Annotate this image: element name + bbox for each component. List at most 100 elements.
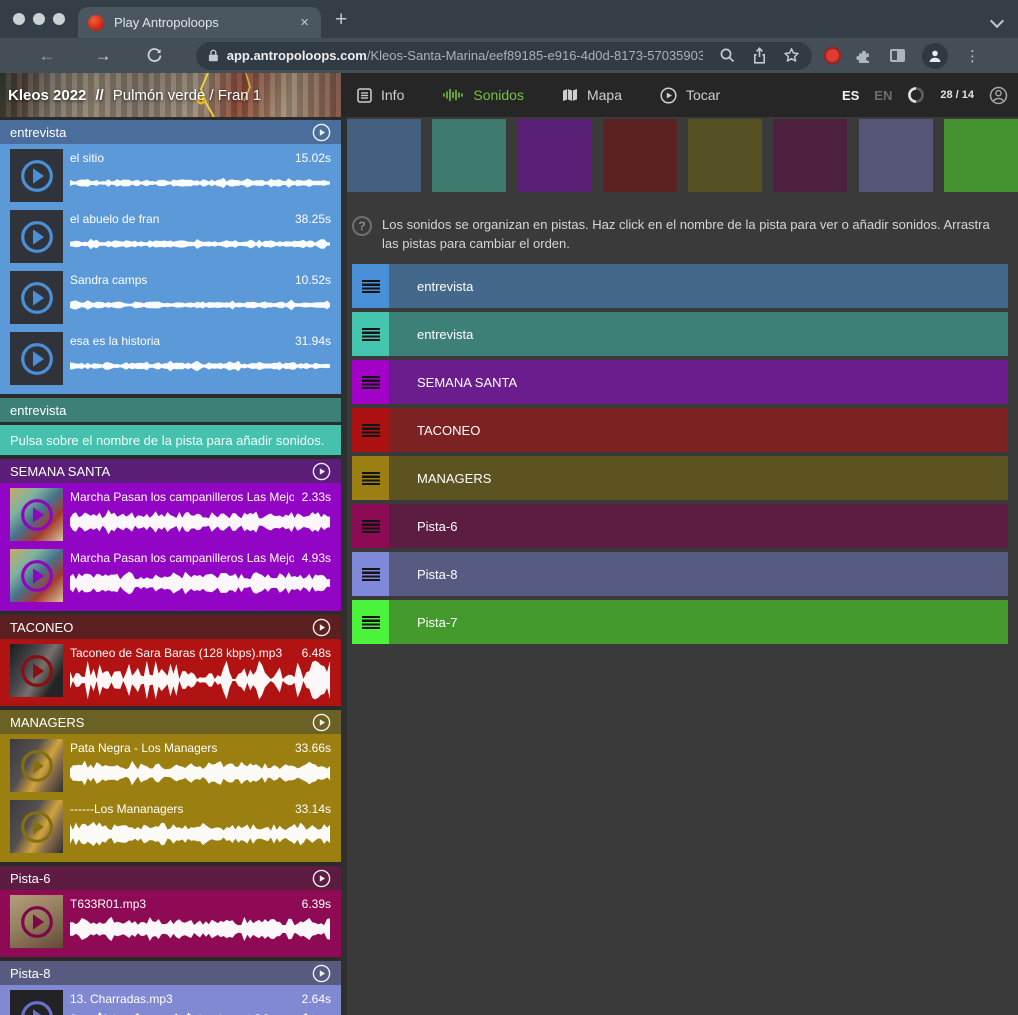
extensions-puzzle-icon[interactable] — [856, 47, 873, 64]
bookmark-star-icon[interactable] — [783, 47, 800, 64]
play-track-icon[interactable] — [312, 964, 331, 983]
drag-handle[interactable] — [352, 552, 389, 596]
sound-clip[interactable]: T633R01.mp3 6.39s — [0, 893, 341, 950]
window-minimize-button[interactable] — [33, 13, 45, 25]
sound-clip[interactable]: el abuelo de fran 38.25s — [0, 208, 341, 265]
drag-handle[interactable] — [352, 408, 389, 452]
track-row[interactable]: entrevista — [352, 264, 1008, 308]
play-track-icon[interactable] — [312, 123, 331, 142]
profile-avatar[interactable] — [922, 43, 948, 69]
play-track-icon[interactable] — [312, 713, 331, 732]
sound-clip[interactable]: 13. Charradas.mp3 2.64s — [0, 988, 341, 1015]
sound-clip[interactable]: Marcha Pasan los campanilleros Las Mejor… — [0, 486, 341, 543]
window-zoom-button[interactable] — [53, 13, 65, 25]
sidebar-track-title: MANAGERS — [10, 715, 84, 730]
tab-sonidos[interactable]: Sonidos — [442, 87, 524, 103]
track-row[interactable]: SEMANA SANTA — [352, 360, 1008, 404]
track-color-square[interactable] — [859, 119, 933, 192]
play-clip-icon[interactable] — [18, 747, 56, 785]
play-clip-icon[interactable] — [18, 218, 56, 256]
new-tab-button[interactable]: + — [335, 8, 347, 32]
clip-duration: 4.93s — [302, 551, 331, 565]
track-row[interactable]: Pista-7 — [352, 600, 1008, 644]
sound-clip[interactable]: Sandra camps 10.52s — [0, 269, 341, 326]
zoom-icon[interactable] — [719, 47, 736, 64]
record-extension-icon[interactable] — [826, 49, 839, 62]
clip-thumbnail[interactable] — [10, 644, 63, 697]
lang-es[interactable]: ES — [842, 88, 859, 103]
lang-en[interactable]: EN — [874, 88, 892, 103]
address-bar[interactable]: app.antropoloops.com/Kleos-Santa-Marina/… — [196, 42, 812, 70]
play-clip-icon[interactable] — [18, 557, 56, 595]
clip-thumbnail[interactable] — [10, 488, 63, 541]
sound-clip[interactable]: el sitio 15.02s — [0, 147, 341, 204]
sidebar: entrevista el sitio 15.02s el abuelo de … — [0, 117, 341, 1015]
back-icon[interactable]: ← — [36, 46, 58, 66]
forward-icon[interactable]: → — [92, 46, 114, 66]
clip-thumbnail[interactable] — [10, 210, 63, 263]
play-track-icon[interactable] — [312, 462, 331, 481]
side-panel-icon[interactable] — [890, 49, 905, 62]
tab-info[interactable]: Info — [357, 87, 404, 103]
track-color-square[interactable] — [688, 119, 762, 192]
track-color-square[interactable] — [944, 119, 1018, 192]
clip-thumbnail[interactable] — [10, 990, 63, 1015]
play-clip-icon[interactable] — [18, 652, 56, 690]
reload-icon[interactable] — [146, 47, 168, 64]
play-clip-icon[interactable] — [18, 279, 56, 317]
tab-search-chevron-down-icon[interactable] — [990, 14, 1004, 28]
play-track-icon[interactable] — [312, 618, 331, 637]
drag-handle[interactable] — [352, 456, 389, 500]
sound-clip[interactable]: Taconeo de Sara Baras (128 kbps).mp3 6.4… — [0, 642, 341, 699]
drag-handle[interactable] — [352, 360, 389, 404]
play-clip-icon[interactable] — [18, 496, 56, 534]
track-row[interactable]: TACONEO — [352, 408, 1008, 452]
track-color-square[interactable] — [603, 119, 677, 192]
play-clip-icon[interactable] — [18, 808, 56, 846]
track-row[interactable]: Pista-8 — [352, 552, 1008, 596]
clip-thumbnail[interactable] — [10, 271, 63, 324]
browser-tab[interactable]: Play Antropoloops × — [78, 7, 321, 38]
drag-handle[interactable] — [352, 312, 389, 356]
sidebar-track-header[interactable]: SEMANA SANTA — [0, 459, 341, 483]
sound-clip[interactable]: Pata Negra - Los Managers 33.66s — [0, 737, 341, 794]
play-clip-icon[interactable] — [18, 998, 56, 1015]
sound-clip[interactable]: ------Los Mananagers 33.14s — [0, 798, 341, 855]
drag-handle[interactable] — [352, 600, 389, 644]
sound-clip[interactable]: esa es la historia 31.94s — [0, 330, 341, 387]
track-color-square[interactable] — [347, 119, 421, 192]
sidebar-track-header[interactable]: Pista-6 — [0, 866, 341, 890]
sidebar-track-header[interactable]: Pista-8 — [0, 961, 341, 985]
sidebar-track-header[interactable]: TACONEO — [0, 615, 341, 639]
track-row[interactable]: Pista-6 — [352, 504, 1008, 548]
track-color-square[interactable] — [773, 119, 847, 192]
clip-thumbnail[interactable] — [10, 332, 63, 385]
sidebar-track-header[interactable]: entrevista — [0, 120, 341, 144]
play-clip-icon[interactable] — [18, 340, 56, 378]
track-row[interactable]: entrevista — [352, 312, 1008, 356]
tab-mapa[interactable]: Mapa — [562, 87, 622, 103]
tab-tocar[interactable]: Tocar — [660, 87, 720, 104]
track-color-square[interactable] — [518, 119, 592, 192]
play-clip-icon[interactable] — [18, 903, 56, 941]
play-clip-icon[interactable] — [18, 157, 56, 195]
clip-thumbnail[interactable] — [10, 800, 63, 853]
share-icon[interactable] — [752, 47, 767, 64]
clip-thumbnail[interactable] — [10, 149, 63, 202]
sound-clip[interactable]: Marcha Pasan los campanilleros Las Mejor… — [0, 547, 341, 604]
drag-handle[interactable] — [352, 264, 389, 308]
track-color-square[interactable] — [432, 119, 506, 192]
clip-thumbnail[interactable] — [10, 549, 63, 602]
sidebar-track-header[interactable]: entrevista — [0, 398, 341, 422]
project-banner[interactable]: Kleos 2022//Pulmón verde / Fran 1 — [0, 73, 341, 117]
track-row[interactable]: MANAGERS — [352, 456, 1008, 500]
drag-handle[interactable] — [352, 504, 389, 548]
window-close-button[interactable] — [13, 13, 25, 25]
clip-thumbnail[interactable] — [10, 895, 63, 948]
sidebar-track-header[interactable]: MANAGERS — [0, 710, 341, 734]
browser-menu-icon[interactable]: ⋮ — [965, 47, 980, 65]
clip-thumbnail[interactable] — [10, 739, 63, 792]
play-track-icon[interactable] — [312, 869, 331, 888]
account-icon[interactable] — [989, 86, 1008, 105]
close-tab-icon[interactable]: × — [298, 13, 311, 32]
